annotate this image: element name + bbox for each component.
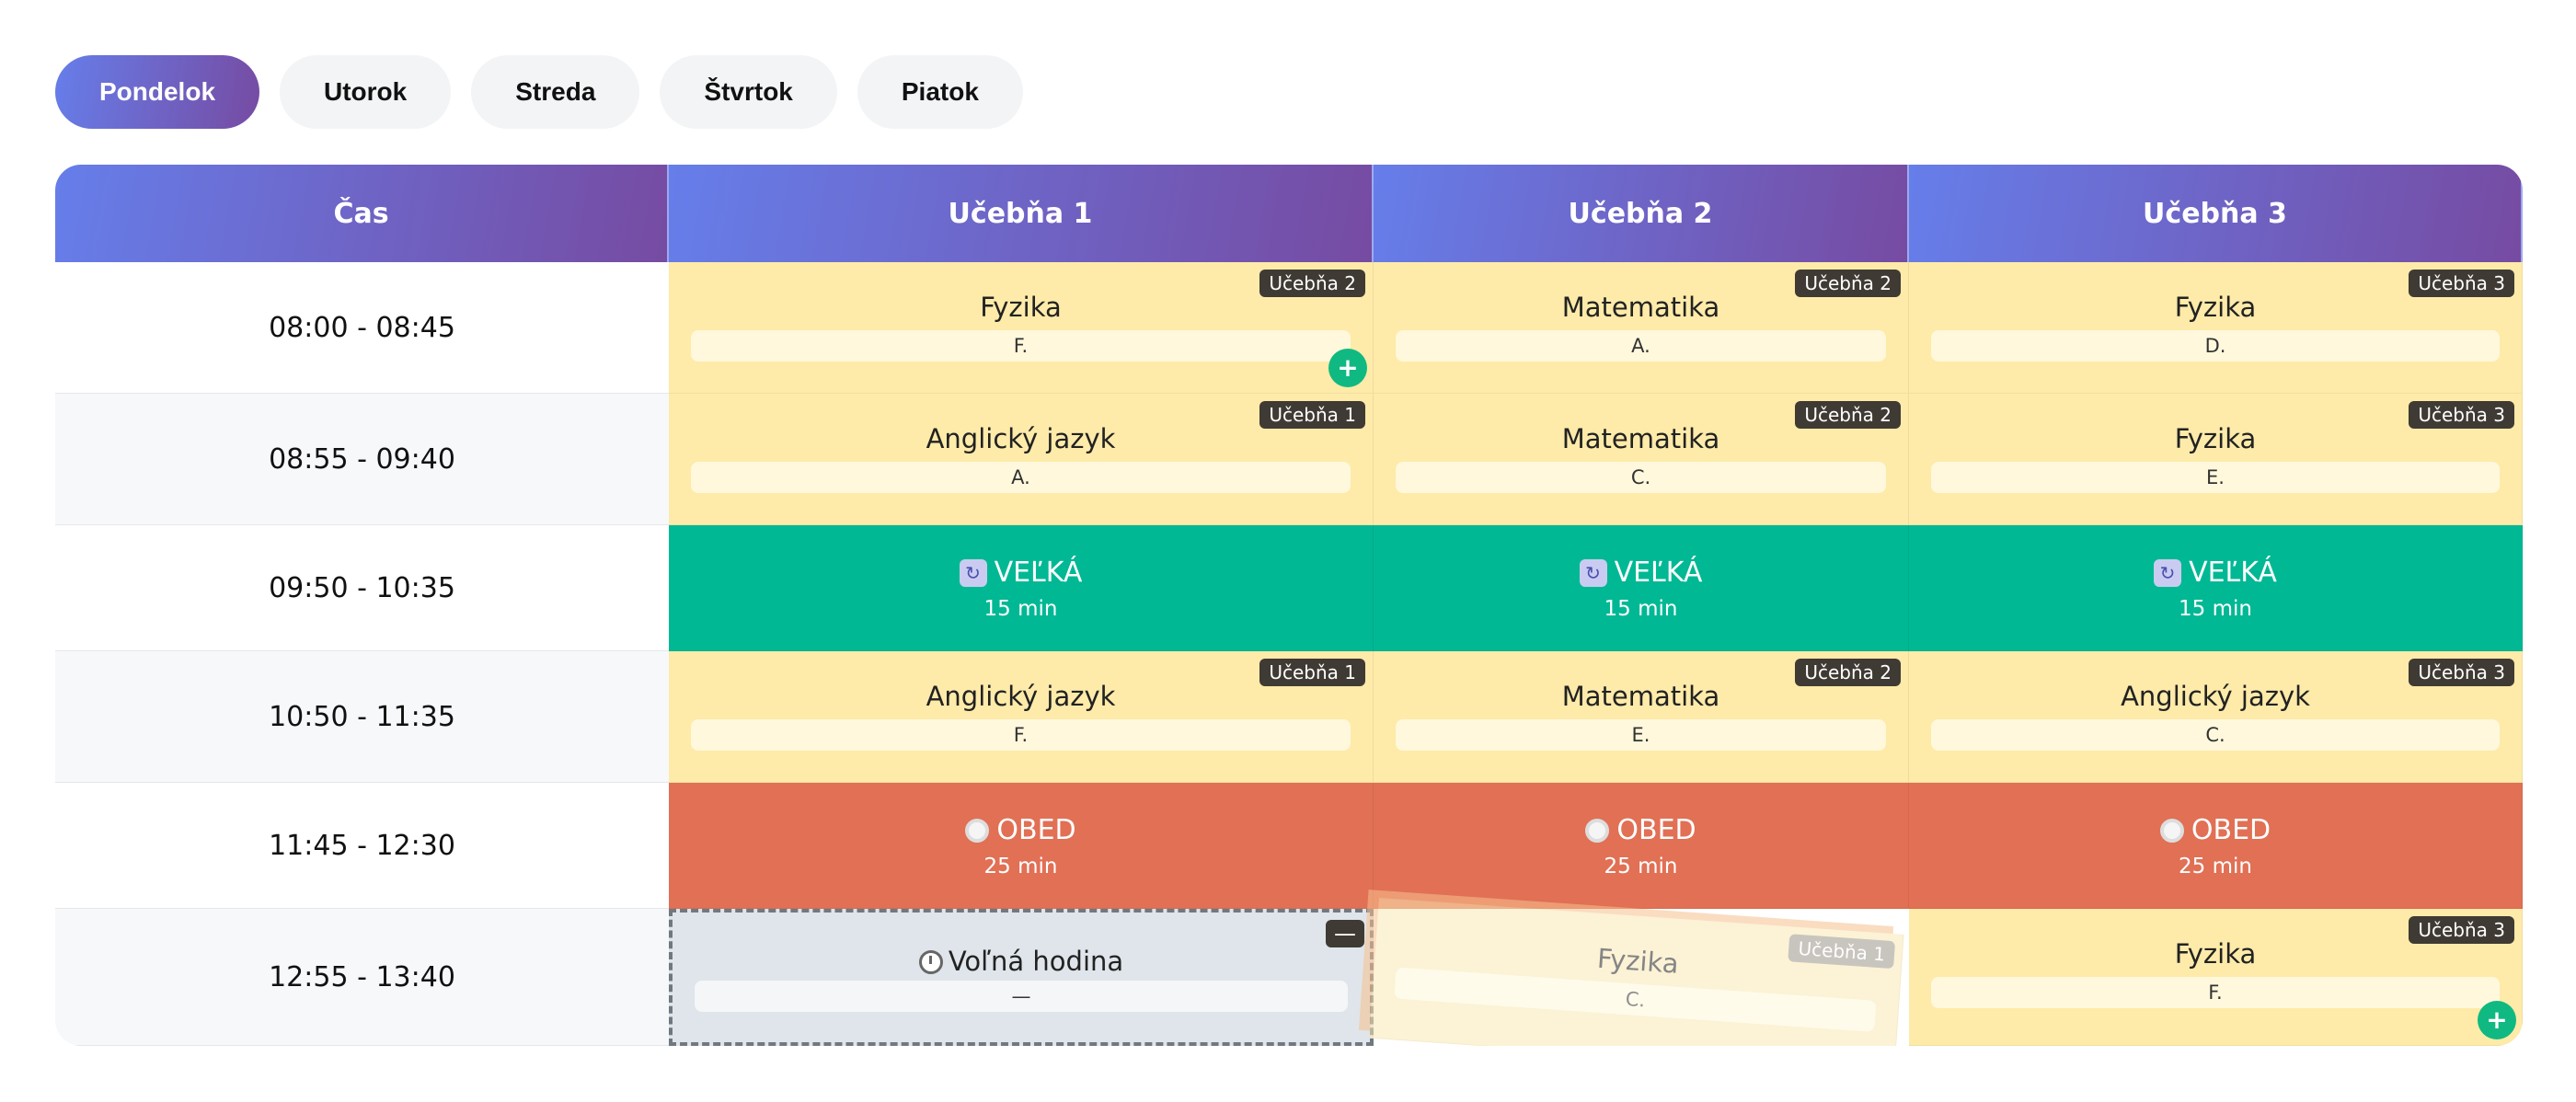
- lesson-teacher: D.: [1931, 330, 2500, 362]
- header-room-3: Učebňa 3: [1909, 165, 2523, 262]
- free-period-label: Voľná hodina: [948, 946, 1124, 977]
- break-cell: ↻ VEĽKÁ 15 min: [669, 525, 1374, 651]
- plate-icon: [2159, 818, 2184, 843]
- break-title-text: VEĽKÁ: [994, 557, 1083, 589]
- lesson-card[interactable]: Fyzika F. Učebňa 3 +: [1909, 909, 2523, 1046]
- room-badge: Učebňa 1: [1259, 401, 1365, 429]
- room-badge: Učebňa 2: [1259, 270, 1365, 297]
- break-duration: 15 min: [983, 597, 1058, 621]
- lunch-cell: OBED 25 min: [669, 783, 1374, 909]
- room-badge: Učebňa 2: [1795, 270, 1901, 297]
- room-badge: Učebňa 3: [2409, 401, 2514, 429]
- tab-pondelok[interactable]: Pondelok: [55, 55, 260, 129]
- add-button[interactable]: +: [2478, 1001, 2516, 1039]
- day-tabs: Pondelok Utorok Streda Štvrtok Piatok: [55, 55, 1023, 129]
- swap-icon: ↻: [1579, 558, 1607, 587]
- break-title-text: OBED: [1616, 814, 1696, 846]
- break-title: OBED: [1909, 814, 2522, 846]
- time-slot: 08:55 - 09:40: [55, 394, 669, 525]
- break-title-text: VEĽKÁ: [1614, 557, 1703, 589]
- break-title-text: VEĽKÁ: [2189, 557, 2277, 589]
- clock-icon: [918, 950, 943, 974]
- break-title: ↻ VEĽKÁ: [1374, 557, 1908, 589]
- header-room-1: Učebňa 1: [669, 165, 1374, 262]
- time-slot: 11:45 - 12:30: [55, 783, 669, 909]
- lesson-teacher: E.: [1931, 462, 2500, 493]
- plate-icon: [965, 818, 990, 843]
- lesson-card[interactable]: Matematika E. Učebňa 2: [1374, 651, 1909, 783]
- lesson-teacher: C.: [1931, 719, 2500, 751]
- tab-piatok[interactable]: Piatok: [857, 55, 1023, 129]
- break-title: ↻ VEĽKÁ: [1909, 557, 2522, 589]
- remove-button[interactable]: —: [1326, 920, 1364, 947]
- tab-streda[interactable]: Streda: [471, 55, 640, 129]
- lesson-card[interactable]: Anglický jazyk A. Učebňa 1: [669, 394, 1374, 525]
- timetable: Čas Učebňa 1 Učebňa 2 Učebňa 3 08:00 - 0…: [55, 165, 2523, 1046]
- add-button[interactable]: +: [1328, 349, 1367, 387]
- time-slot: 09:50 - 10:35: [55, 525, 669, 651]
- header-room-2: Učebňa 2: [1374, 165, 1909, 262]
- break-title: ↻ VEĽKÁ: [669, 557, 1373, 589]
- break-title-text: OBED: [2191, 814, 2271, 846]
- lesson-card[interactable]: Matematika A. Učebňa 2: [1374, 262, 1909, 394]
- lesson-teacher: F.: [691, 719, 1351, 751]
- lesson-card[interactable]: Fyzika E. Učebňa 3: [1909, 394, 2523, 525]
- break-duration: 25 min: [1604, 855, 1678, 878]
- break-cell: ↻ VEĽKÁ 15 min: [1909, 525, 2523, 651]
- time-slot: 08:00 - 08:45: [55, 262, 669, 394]
- room-badge: Učebňa 3: [2409, 916, 2514, 944]
- swap-icon: ↻: [959, 558, 987, 587]
- break-duration: 25 min: [983, 855, 1058, 878]
- break-duration: 25 min: [2179, 855, 2252, 878]
- lesson-card[interactable]: Anglický jazyk F. Učebňa 1: [669, 651, 1374, 783]
- tab-utorok[interactable]: Utorok: [280, 55, 452, 129]
- lesson-teacher: F.: [1931, 977, 2500, 1008]
- lesson-card[interactable]: Fyzika F. Učebňa 2 +: [669, 262, 1374, 394]
- lesson-teacher: —: [695, 981, 1348, 1012]
- swap-icon: ↻: [2154, 558, 2182, 587]
- break-title-text: OBED: [996, 814, 1076, 846]
- time-slot: 12:55 - 13:40: [55, 909, 669, 1046]
- room-badge: Učebňa 1: [1259, 659, 1365, 686]
- tab-stvrtok[interactable]: Štvrtok: [660, 55, 837, 129]
- lesson-teacher: C.: [1396, 462, 1886, 493]
- lesson-card[interactable]: Anglický jazyk C. Učebňa 3: [1909, 651, 2523, 783]
- break-title: OBED: [1374, 814, 1908, 846]
- break-title: OBED: [669, 814, 1373, 846]
- lesson-teacher: A.: [691, 462, 1351, 493]
- break-cell: ↻ VEĽKÁ 15 min: [1374, 525, 1909, 651]
- break-duration: 15 min: [1604, 597, 1678, 621]
- break-duration: 15 min: [2179, 597, 2252, 621]
- room-badge: Učebňa 3: [2409, 270, 2514, 297]
- room-badge: Učebňa 2: [1795, 401, 1901, 429]
- lesson-card[interactable]: Fyzika D. Učebňa 3: [1909, 262, 2523, 394]
- lesson-teacher: E.: [1396, 719, 1886, 751]
- lesson-card[interactable]: Matematika C. Učebňa 2: [1374, 394, 1909, 525]
- free-period-title: Voľná hodina: [673, 946, 1370, 977]
- header-time: Čas: [55, 165, 669, 262]
- lunch-cell: OBED 25 min: [1909, 783, 2523, 909]
- time-slot: 10:50 - 11:35: [55, 651, 669, 783]
- lesson-teacher: A.: [1396, 330, 1886, 362]
- lunch-cell: OBED 25 min: [1374, 783, 1909, 909]
- free-period-card[interactable]: Voľná hodina — —: [669, 909, 1374, 1046]
- room-badge: Učebňa 3: [2409, 659, 2514, 686]
- room-badge: Učebňa 2: [1795, 659, 1901, 686]
- lesson-teacher: F.: [691, 330, 1351, 362]
- plate-icon: [1585, 818, 1610, 843]
- dragged-lesson-card[interactable]: Fyzika C. Učebňa 1: [1369, 898, 1904, 1046]
